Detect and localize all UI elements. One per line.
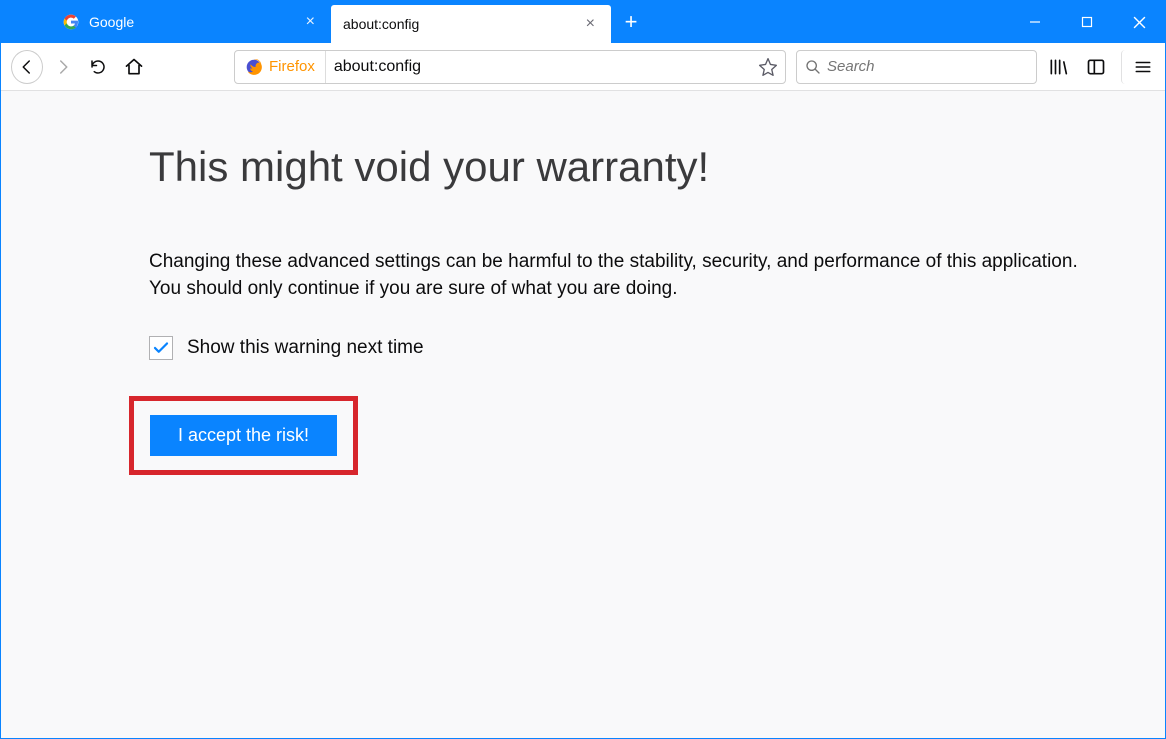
new-tab-button[interactable]: + — [611, 1, 651, 43]
tab-google-close-icon[interactable]: × — [302, 12, 319, 32]
annotation-highlight: I accept the risk! — [129, 396, 358, 475]
sidebar-icon — [1086, 57, 1106, 77]
search-input[interactable] — [827, 58, 1028, 75]
home-icon — [124, 57, 144, 77]
reload-button[interactable] — [83, 50, 115, 84]
show-warning-label: Show this warning next time — [187, 337, 424, 359]
url-input[interactable] — [326, 58, 751, 76]
search-bar[interactable] — [796, 50, 1037, 84]
library-button[interactable] — [1041, 50, 1075, 84]
show-warning-checkbox-row: Show this warning next time — [149, 336, 1145, 360]
window-close-button[interactable] — [1113, 1, 1165, 43]
back-arrow-icon — [18, 58, 36, 76]
warning-description: Changing these advanced settings can be … — [149, 249, 1109, 302]
navigation-toolbar: Firefox — [1, 43, 1165, 91]
tab-aboutconfig-close-icon[interactable]: × — [582, 14, 599, 34]
library-icon — [1048, 57, 1068, 77]
forward-arrow-icon — [54, 58, 72, 76]
back-button[interactable] — [11, 50, 43, 84]
tab-google-label: Google — [89, 14, 292, 30]
home-button[interactable] — [118, 50, 150, 84]
search-icon — [805, 59, 821, 75]
window-controls — [1009, 1, 1165, 43]
star-icon — [758, 57, 778, 77]
identity-label: Firefox — [269, 58, 315, 75]
sidebar-button[interactable] — [1079, 50, 1113, 84]
hamburger-icon — [1134, 58, 1152, 76]
bookmark-star-button[interactable] — [751, 57, 785, 77]
show-warning-checkbox[interactable] — [149, 336, 173, 360]
url-bar[interactable]: Firefox — [234, 50, 786, 84]
tab-aboutconfig[interactable]: about:config × — [331, 5, 611, 43]
window-minimize-button[interactable] — [1009, 1, 1061, 43]
accept-risk-button[interactable]: I accept the risk! — [150, 415, 337, 456]
window-maximize-button[interactable] — [1061, 1, 1113, 43]
close-icon — [1133, 16, 1146, 29]
checkmark-icon — [152, 339, 170, 357]
warning-title: This might void your warranty! — [149, 143, 1145, 191]
identity-box[interactable]: Firefox — [235, 51, 326, 83]
tab-google[interactable]: Google × — [51, 1, 331, 43]
window-titlebar: Google × about:config × + — [1, 1, 1165, 43]
google-favicon-icon — [63, 14, 79, 30]
tab-aboutconfig-label: about:config — [343, 16, 572, 32]
app-menu-button[interactable] — [1121, 50, 1155, 84]
maximize-icon — [1081, 16, 1093, 28]
reload-icon — [89, 58, 107, 76]
minimize-icon — [1029, 16, 1041, 28]
forward-button[interactable] — [47, 50, 79, 84]
firefox-logo-icon — [245, 58, 263, 76]
about-config-warning-page: This might void your warranty! Changing … — [1, 91, 1165, 738]
